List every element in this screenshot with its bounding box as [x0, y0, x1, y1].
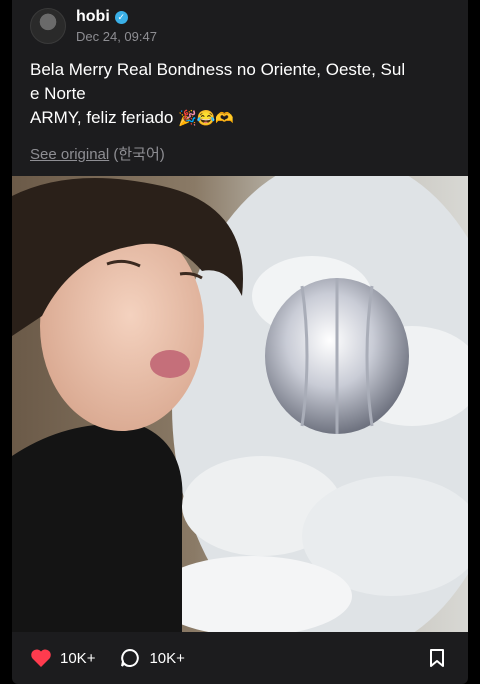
post-header: hobi ✓ Dec 24, 09:47 — [30, 8, 157, 44]
see-original-link[interactable]: See original — [30, 146, 109, 163]
post-text-line-with-emoji: ARMY, feliz feriado 🎉😂🫶 — [30, 106, 450, 131]
comment-count: 10K+ — [149, 649, 185, 667]
post-meta: hobi ✓ Dec 24, 09:47 — [76, 8, 157, 44]
post-card: hobi ✓ Dec 24, 09:47 Bela Merry Real Bon… — [12, 0, 468, 684]
post-photo[interactable] — [12, 176, 468, 632]
post-actions: 10K+ 10K+ — [12, 632, 468, 684]
post-text-line: ARMY, feliz feriado — [30, 108, 174, 127]
emoji-group: 🎉😂🫶 — [178, 110, 235, 127]
post-text-line: e Norte — [30, 84, 86, 103]
like-count: 10K+ — [60, 649, 96, 667]
comment-stat[interactable]: 10K+ — [119, 647, 185, 669]
verified-badge-icon: ✓ — [114, 10, 128, 24]
heart-icon[interactable] — [30, 648, 52, 668]
post-timestamp: Dec 24, 09:47 — [76, 29, 157, 44]
avatar[interactable] — [30, 8, 66, 44]
like-stat[interactable]: 10K+ — [30, 648, 95, 668]
translation-toggle: See original (한국어) — [30, 143, 165, 164]
post-text: Bela Merry Real Bondness no Oriente, Oes… — [30, 58, 450, 131]
photo-illustration — [12, 176, 468, 632]
bookmark-icon[interactable] — [428, 648, 446, 668]
author-name[interactable]: hobi — [76, 8, 110, 26]
author-row: hobi ✓ — [76, 8, 157, 26]
post-text-line: Bela Merry Real Bondness no Oriente, Oes… — [30, 60, 406, 79]
comment-bubble-icon[interactable] — [119, 647, 141, 669]
original-language-label: (한국어) — [113, 146, 165, 163]
